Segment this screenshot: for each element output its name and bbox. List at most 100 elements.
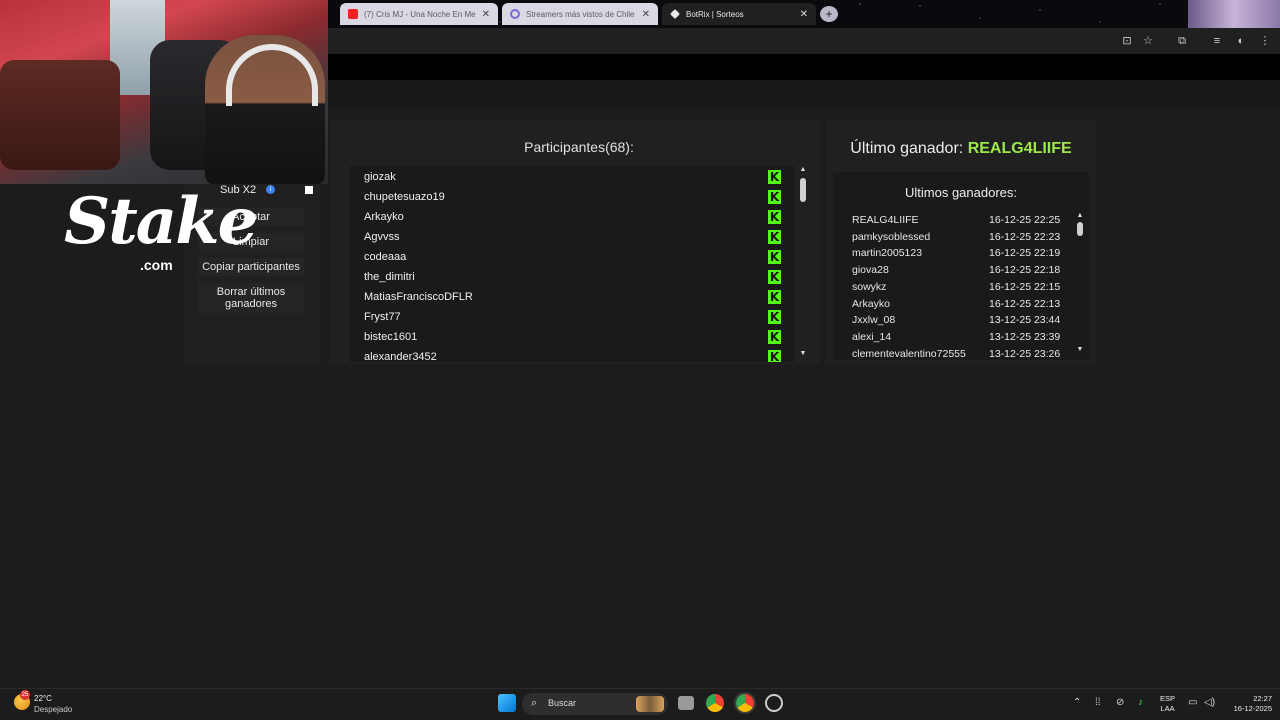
participant-row: MatiasFranciscoDFLR K <box>364 287 784 307</box>
info-icon[interactable]: i <box>266 185 275 194</box>
delete-winners-button[interactable]: Borrar últimos ganadores <box>198 283 304 313</box>
kick-icon: K <box>768 210 781 224</box>
tab-title: (7) Cris MJ - Una Noche En Me <box>364 9 476 19</box>
scroll-down-icon[interactable]: ▼ <box>1076 346 1084 353</box>
close-icon[interactable]: ✕ <box>642 9 650 20</box>
tab-streamers[interactable]: Streamers más vistos de Chile ✕ <box>502 3 658 25</box>
winner-row: sowykz 16-12-25 22:15 <box>852 281 1072 297</box>
participant-row: Agvvss K <box>364 227 784 247</box>
search-placeholder: Buscar <box>548 698 577 708</box>
clock-date: 16-12-2025 <box>1233 704 1272 713</box>
winner-date: 16-12-25 22:23 <box>989 230 1061 243</box>
scroll-down-icon[interactable]: ▼ <box>799 350 807 357</box>
participant-row: giozak K <box>364 167 784 187</box>
recent-winners-list[interactable]: Ultimos ganadores: REALG4LIIFE 16-12-25 2… <box>833 172 1089 360</box>
winner-name: martin2005123 <box>852 247 923 260</box>
apps-grid-icon[interactable]: ⁞⁞ <box>1095 697 1101 708</box>
volume-icon[interactable]: ◁) <box>1204 697 1215 708</box>
winner-name: clementevalentino72555 <box>852 347 966 360</box>
network-icon[interactable]: ⊘ <box>1116 697 1124 708</box>
winner-date: 16-12-25 22:13 <box>989 297 1061 310</box>
windows-start-icon[interactable] <box>498 694 516 712</box>
sub-x2-checkbox[interactable] <box>305 186 313 194</box>
participant-name: Arkayko <box>364 211 404 223</box>
sofa <box>0 60 120 170</box>
participant-row: the_dimitri K <box>364 267 784 287</box>
tab-title: Streamers más vistos de Chile <box>526 9 635 19</box>
winner-row: martin2005123 16-12-25 22:19 <box>852 247 1072 263</box>
winner-name: alexi_14 <box>852 330 892 343</box>
task-view-icon[interactable] <box>678 696 694 710</box>
kick-icon: K <box>768 350 781 362</box>
winner-date: 16-12-25 22:18 <box>989 264 1061 277</box>
search-highlight-image <box>636 696 664 712</box>
winner-name: sowykz <box>852 280 887 293</box>
chevron-up-icon[interactable]: ⌃ <box>1073 697 1081 708</box>
profile-icon[interactable]: ◐ <box>1234 34 1248 48</box>
participant-row: chupetesuazo19 K <box>364 187 784 207</box>
kick-icon: K <box>768 310 781 324</box>
stake-wordmark: Stake <box>64 184 258 259</box>
new-tab-button[interactable]: + <box>820 6 838 22</box>
taskbar-clock[interactable]: 22:27 16-12-2025 <box>1224 694 1272 714</box>
winner-row: alexi_14 13-12-25 23:39 <box>852 331 1072 347</box>
scroll-up-icon[interactable]: ▲ <box>799 166 807 173</box>
microphone-icon[interactable]: ♪ <box>1138 697 1143 708</box>
kick-icon: K <box>768 230 781 244</box>
botrix-icon <box>670 9 680 19</box>
winner-row: clementevalentino72555 13-12-25 23:26 <box>852 348 1072 360</box>
winner-date: 16-12-25 22:25 <box>989 214 1061 226</box>
participant-name: Fryst77 <box>364 311 401 323</box>
chrome-active-icon[interactable] <box>734 692 756 714</box>
weather-badge: 25 <box>20 690 30 700</box>
participant-name: Agvvss <box>364 231 400 243</box>
participant-row: Fryst77 K <box>364 307 784 327</box>
winner-row: Jxxlw_08 13-12-25 23:44 <box>852 314 1072 330</box>
close-icon[interactable]: ✕ <box>800 9 808 20</box>
winner-row: REALG4LIIFE 16-12-25 22:25 <box>852 214 1072 230</box>
participant-row: codeaaa K <box>364 247 784 267</box>
winner-date: 13-12-25 23:39 <box>989 330 1061 343</box>
menu-icon[interactable]: ⋮ <box>1258 34 1272 48</box>
tab-title: BotRix | Sorteos <box>686 9 744 19</box>
app-notification-icon[interactable] <box>765 694 783 712</box>
scroll-thumb[interactable] <box>1077 222 1083 236</box>
translate-icon[interactable]: ⊡ <box>1120 34 1134 48</box>
display-icon[interactable]: ▭ <box>1188 697 1197 708</box>
close-icon[interactable]: ✕ <box>482 9 490 20</box>
media-icon[interactable]: ≡ <box>1210 34 1224 48</box>
chrome-icon[interactable] <box>706 694 724 712</box>
bookmark-star-icon[interactable]: ☆ <box>1141 34 1155 48</box>
kick-icon: K <box>768 290 781 304</box>
participant-row: Arkayko K <box>364 207 784 227</box>
winner-date: 13-12-25 23:26 <box>989 347 1061 360</box>
winner-row: giova28 16-12-25 22:18 <box>852 264 1072 280</box>
screen: (7) Cris MJ - Una Noche En Me ✕ Streamer… <box>0 0 1280 720</box>
loading-icon <box>510 9 520 19</box>
weather-temperature[interactable]: 22°C <box>34 694 52 703</box>
winners-scrollbar[interactable]: ▲ ▼ <box>1074 212 1086 358</box>
stake-domain: .com <box>140 257 173 273</box>
participants-heading: Participantes(68): <box>524 139 634 155</box>
scroll-up-icon[interactable]: ▲ <box>1076 212 1084 219</box>
language-indicator[interactable]: ESP LAA <box>1160 694 1175 714</box>
participant-name: alexander3452 <box>364 351 437 362</box>
participant-name: bistec1601 <box>364 331 418 343</box>
keyboard-layout: LAA <box>1160 704 1175 713</box>
winner-name: pamkysoblessed <box>852 230 931 243</box>
participant-name: the_dimitri <box>364 271 415 283</box>
kick-icon: K <box>768 330 781 344</box>
tab-botrix[interactable]: BotRix | Sorteos ✕ <box>662 3 816 25</box>
participant-row: alexander3452 K <box>364 347 784 362</box>
taskbar-search[interactable]: ⌕ Buscar <box>522 693 668 715</box>
youtube-icon <box>348 9 358 19</box>
participants-list[interactable]: giozak Kchupetesuazo19 K Arkayko K Agvvss Kcod… <box>349 166 795 362</box>
weather-description[interactable]: Despejado <box>34 705 72 714</box>
extensions-icon[interactable]: ⧉ <box>1175 34 1189 48</box>
tab-youtube[interactable]: (7) Cris MJ - Una Noche En Me ✕ <box>340 3 498 25</box>
winner-name: REALG4LIIFE <box>852 214 919 226</box>
participant-name: codeaaa <box>364 251 407 263</box>
scroll-thumb[interactable] <box>800 178 806 202</box>
participants-scrollbar[interactable]: ▲ ▼ <box>797 166 809 362</box>
winner-row: Arkayko 16-12-25 22:13 <box>852 298 1072 314</box>
